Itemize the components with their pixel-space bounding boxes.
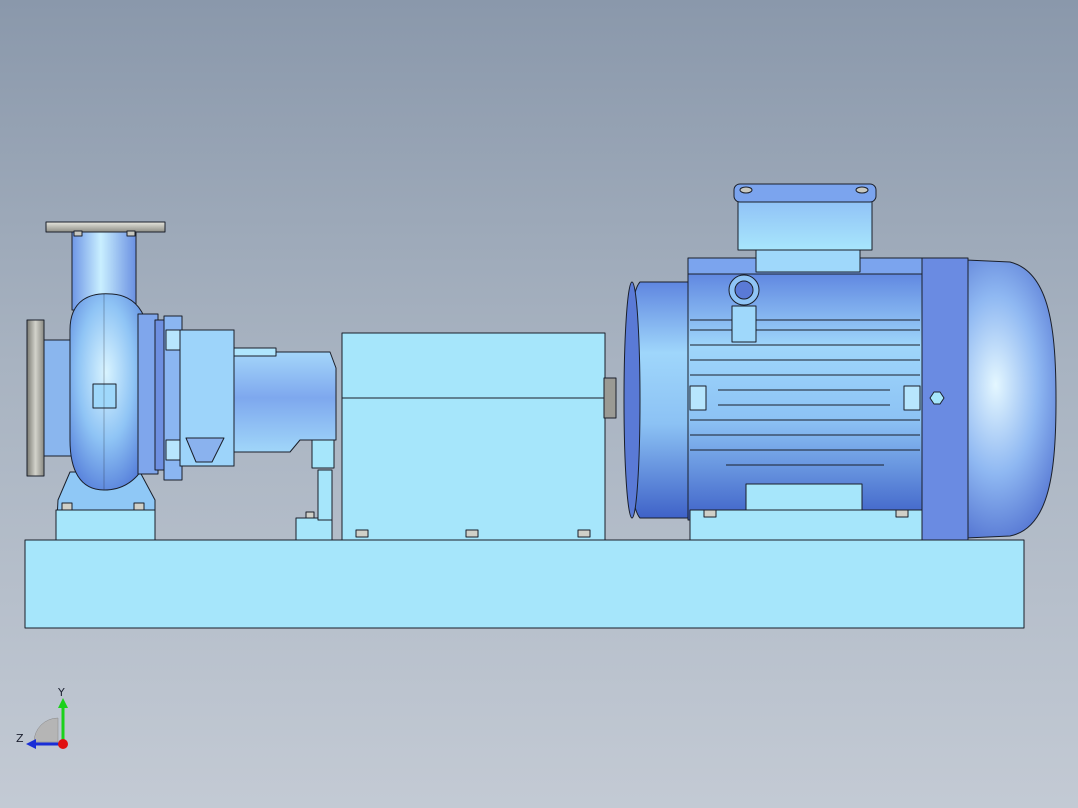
casing-cover bbox=[137, 313, 183, 481]
motor-stator bbox=[687, 257, 923, 541]
fan-cowl bbox=[921, 257, 1057, 541]
y-axis-label: Y bbox=[58, 686, 65, 699]
bearing-frame bbox=[179, 329, 337, 469]
coordinate-triad[interactable]: Y Z bbox=[10, 686, 80, 756]
triad-graphic bbox=[26, 698, 68, 749]
pump-assembly-model[interactable] bbox=[0, 0, 1078, 808]
cad-viewport[interactable]: Y Z bbox=[0, 0, 1078, 808]
motor-shaft bbox=[603, 377, 617, 419]
support-bracket bbox=[295, 469, 333, 541]
base-frame bbox=[24, 539, 1025, 629]
coupling-guard bbox=[341, 332, 606, 541]
suction-flange bbox=[26, 319, 73, 477]
motor-end-shield bbox=[623, 281, 691, 519]
z-axis-label: Z bbox=[16, 732, 24, 745]
